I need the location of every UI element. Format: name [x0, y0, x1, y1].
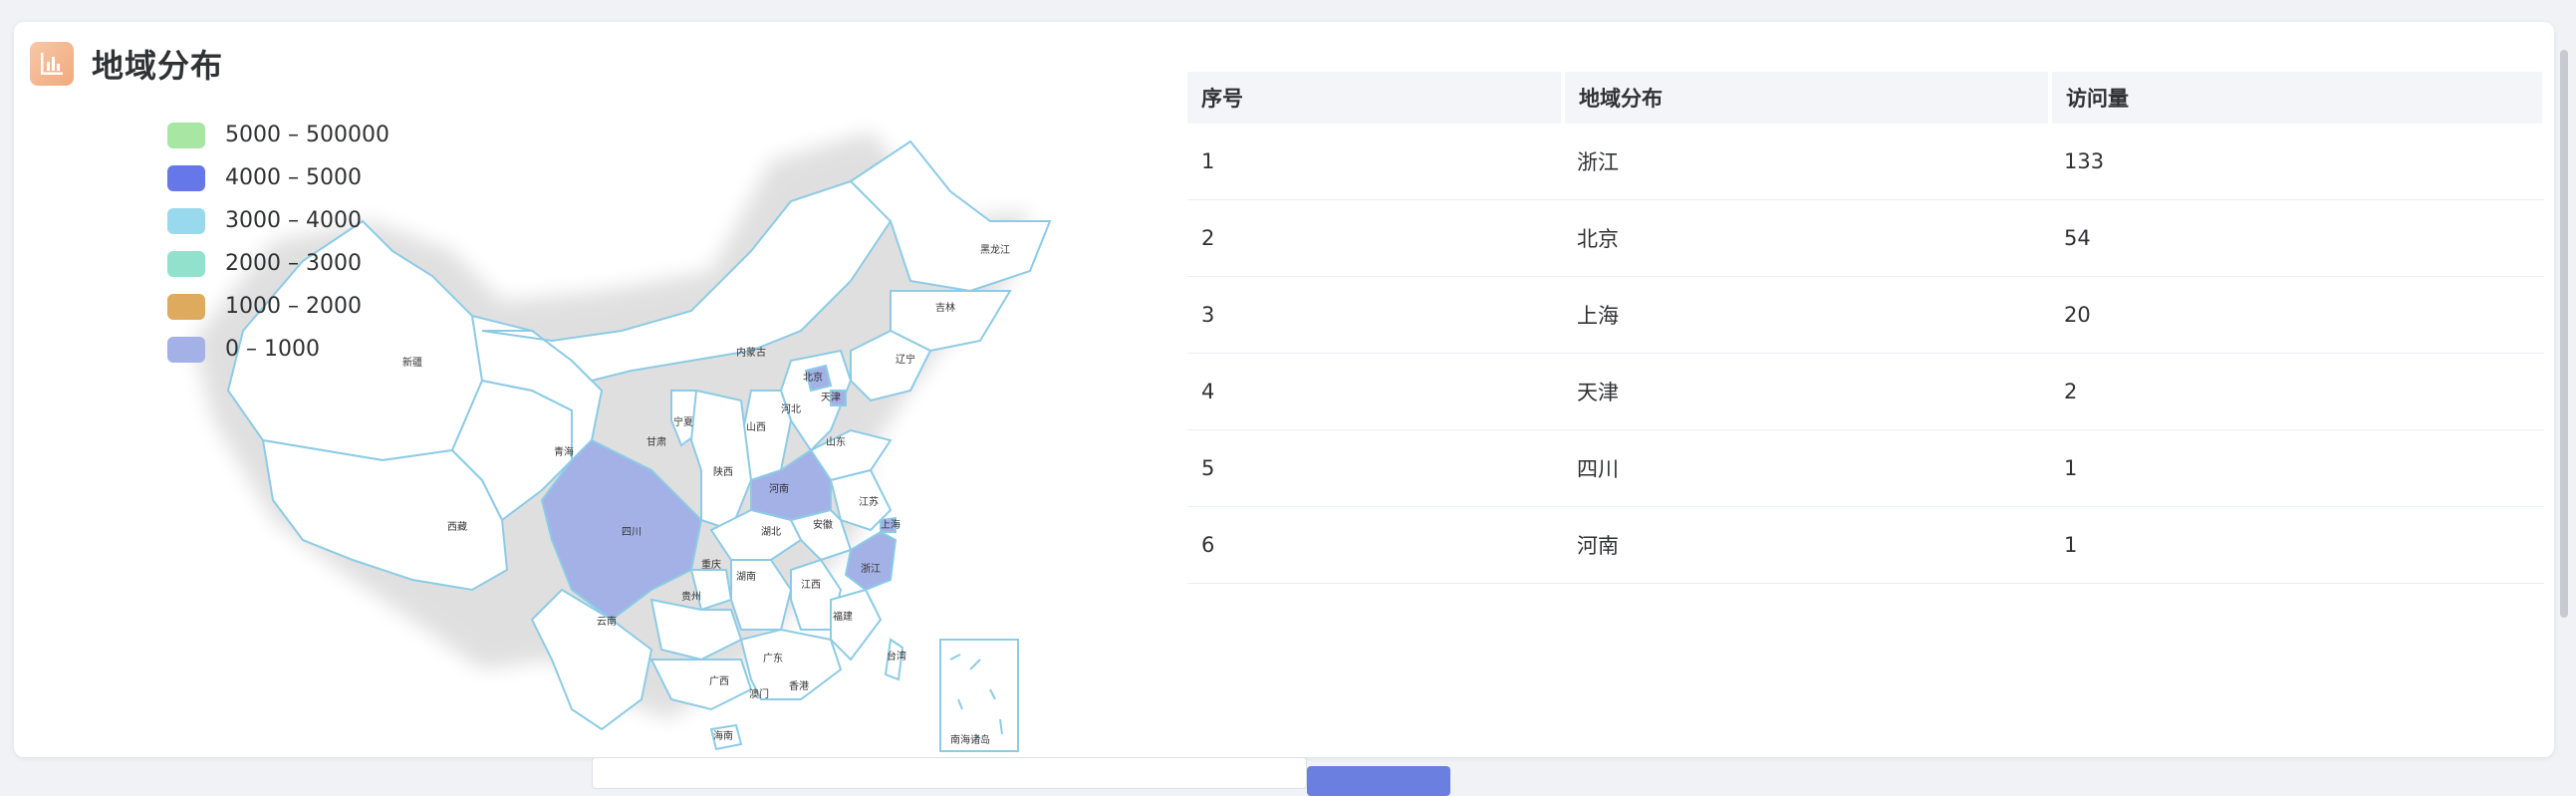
svg-text:南海诸岛: 南海诸岛	[950, 733, 990, 746]
cell-region: 四川	[1563, 429, 2050, 507]
svg-text:吉林: 吉林	[935, 301, 955, 314]
legend-swatch	[167, 250, 205, 277]
svg-text:海南: 海南	[713, 729, 733, 742]
table-row[interactable]: 4 天津 2	[1187, 353, 2544, 430]
legend-label: 0 – 1000	[225, 337, 320, 362]
map-legend[interactable]: 5000 – 500000 4000 – 5000 3000 – 4000 20…	[167, 114, 389, 371]
svg-text:香港: 香港	[789, 680, 809, 692]
svg-text:青海: 青海	[554, 445, 574, 458]
legend-label: 4000 – 5000	[225, 165, 362, 190]
svg-text:陕西: 陕西	[713, 465, 733, 478]
cell-region: 浙江	[1563, 124, 2050, 200]
bottom-button[interactable]	[1307, 766, 1450, 796]
svg-text:宁夏: 宁夏	[673, 415, 693, 428]
cell-index: 2	[1187, 199, 1563, 277]
table-row[interactable]: 6 河南 1	[1187, 506, 2544, 584]
legend-item[interactable]: 4000 – 5000	[167, 156, 389, 199]
legend-label: 1000 – 2000	[225, 294, 362, 319]
bottom-input-field[interactable]	[592, 757, 1307, 789]
legend-label: 5000 – 500000	[225, 123, 389, 147]
svg-text:四川: 四川	[622, 527, 642, 538]
cell-visits: 2	[2050, 353, 2544, 430]
svg-text:贵州: 贵州	[681, 590, 701, 603]
legend-item[interactable]: 3000 – 4000	[167, 199, 389, 242]
svg-text:上海: 上海	[881, 518, 901, 531]
svg-text:江苏: 江苏	[859, 495, 879, 508]
svg-text:辽宁: 辽宁	[896, 353, 915, 366]
cell-region: 天津	[1563, 353, 2050, 430]
legend-swatch	[167, 336, 205, 363]
cell-index: 6	[1187, 506, 1563, 584]
svg-text:北京: 北京	[803, 371, 823, 384]
legend-swatch	[167, 164, 205, 191]
card-header: 地域分布	[30, 38, 223, 90]
svg-text:江西: 江西	[801, 579, 821, 591]
legend-item[interactable]: 0 – 1000	[167, 328, 389, 371]
region-table: 序号 地域分布 访问量 1 浙江 133 2 北京 54 3 上海 20 4 天…	[1187, 72, 2546, 584]
svg-text:河南: 河南	[769, 482, 789, 495]
svg-text:河北: 河北	[781, 403, 801, 415]
page-scrollbar[interactable]	[2560, 50, 2568, 618]
svg-text:澳门: 澳门	[749, 687, 769, 700]
svg-text:山西: 山西	[746, 421, 766, 433]
bar-chart-icon	[30, 42, 74, 86]
cell-index: 4	[1187, 353, 1563, 430]
table-row[interactable]: 5 四川 1	[1187, 429, 2544, 507]
legend-item[interactable]: 2000 – 3000	[167, 242, 389, 285]
svg-text:安徽: 安徽	[813, 518, 833, 531]
province-zhejiang	[844, 530, 898, 592]
table-header-row: 序号 地域分布 访问量	[1187, 72, 2546, 124]
cell-visits: 133	[2050, 124, 2544, 200]
svg-text:台湾: 台湾	[887, 650, 906, 663]
svg-text:重庆: 重庆	[701, 558, 721, 571]
legend-item[interactable]: 1000 – 2000	[167, 285, 389, 328]
header-index: 序号	[1187, 72, 1565, 124]
cell-region: 北京	[1563, 199, 2050, 277]
svg-text:山东: 山东	[826, 435, 846, 448]
table-row[interactable]: 2 北京 54	[1187, 199, 2544, 277]
legend-item[interactable]: 5000 – 500000	[167, 114, 389, 156]
cell-visits: 20	[2050, 276, 2544, 354]
cell-visits: 54	[2050, 199, 2544, 277]
card-title: 地域分布	[92, 47, 224, 85]
legend-swatch	[167, 207, 205, 234]
table-row[interactable]: 3 上海 20	[1187, 276, 2544, 354]
cell-index: 5	[1187, 429, 1563, 507]
cell-index: 1	[1187, 124, 1563, 200]
cell-region: 河南	[1563, 506, 2050, 584]
table-row[interactable]: 1 浙江 133	[1187, 124, 2544, 200]
legend-swatch	[167, 293, 205, 320]
cell-visits: 1	[2050, 429, 2544, 507]
svg-text:广东: 广东	[763, 652, 783, 664]
header-region: 地域分布	[1563, 72, 2052, 124]
legend-label: 2000 – 3000	[225, 251, 362, 276]
legend-swatch	[167, 122, 205, 148]
svg-text:黑龙江: 黑龙江	[980, 243, 1010, 256]
svg-text:内蒙古: 内蒙古	[736, 346, 766, 359]
header-visits: 访问量	[2050, 72, 2546, 124]
svg-text:云南: 云南	[597, 615, 617, 628]
legend-label: 3000 – 4000	[225, 208, 362, 233]
svg-text:甘肃: 甘肃	[646, 435, 666, 448]
svg-text:天津: 天津	[821, 392, 841, 403]
province-fujian	[830, 588, 883, 662]
svg-text:新疆: 新疆	[402, 356, 422, 369]
svg-text:广西: 广西	[709, 675, 729, 687]
svg-text:湖北: 湖北	[761, 526, 781, 538]
svg-text:西藏: 西藏	[447, 521, 467, 533]
cell-visits: 1	[2050, 506, 2544, 584]
svg-text:浙江: 浙江	[861, 563, 881, 575]
cell-index: 3	[1187, 276, 1563, 354]
svg-text:湖南: 湖南	[736, 570, 756, 583]
cell-region: 上海	[1563, 276, 2050, 354]
region-distribution-card: 地域分布 黑龙江 吉林 辽宁 内蒙古 北京 天津 河北 山西 山东 宁夏 甘肃 …	[14, 22, 2554, 757]
svg-text:福建: 福建	[833, 610, 853, 623]
